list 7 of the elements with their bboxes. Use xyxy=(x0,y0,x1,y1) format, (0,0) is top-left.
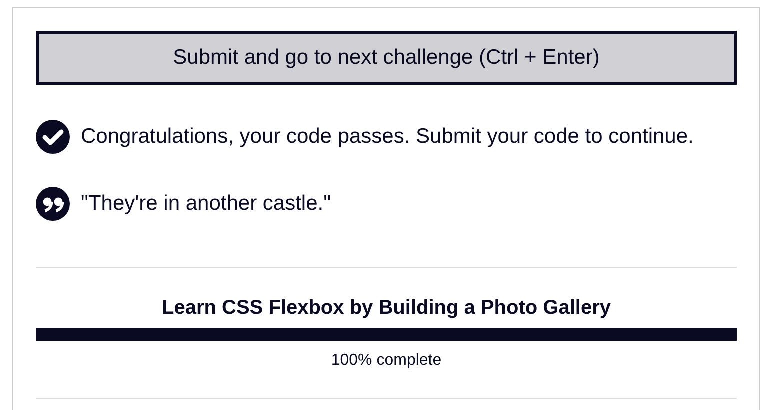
quote-text: "They're in another castle." xyxy=(81,192,332,216)
course-title: Learn CSS Flexbox by Building a Photo Gallery xyxy=(161,296,612,320)
submit-button[interactable]: Submit and go to next challenge (Ctrl + Enter) xyxy=(36,31,737,85)
progress-reading: 100% complete xyxy=(330,351,443,371)
success-message: Congratulations, your code passes. Submit your code to continue. xyxy=(81,125,694,149)
quote-icon xyxy=(36,187,70,221)
check-icon xyxy=(36,120,70,154)
